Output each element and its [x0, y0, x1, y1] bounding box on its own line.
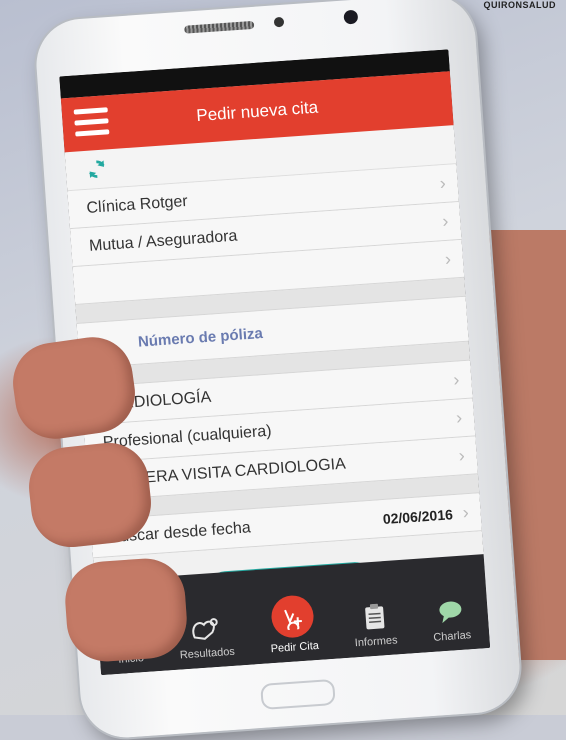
report-icon	[363, 601, 385, 632]
page-title: Pedir nueva cita	[195, 97, 319, 126]
nav-label: Resultados	[179, 645, 236, 662]
results-icon	[190, 613, 222, 645]
chevron-right-icon: ›	[444, 248, 452, 270]
chat-icon	[437, 596, 465, 628]
nav-item-pedir-cita[interactable]: Pedir Cita	[267, 594, 319, 655]
insurer-value: Mutua / Aseguradora	[88, 227, 238, 255]
nav-label: Charlas	[432, 629, 472, 644]
nav-label: Pedir Cita	[270, 639, 320, 656]
nav-label: Informes	[354, 634, 398, 650]
finger	[25, 439, 155, 551]
chevron-right-icon: ›	[461, 502, 470, 523]
phone-home-button[interactable]	[260, 678, 336, 710]
refresh-icon[interactable]	[85, 157, 108, 180]
clinic-value: Clínica Rotger	[85, 192, 189, 217]
chevron-right-icon: ›	[452, 369, 461, 390]
chevron-right-icon: ›	[438, 172, 447, 194]
hamburger-icon[interactable]	[73, 107, 110, 137]
finger	[62, 555, 190, 665]
nav-item-informes[interactable]: Informes	[352, 600, 398, 649]
date-value: 02/06/2016	[382, 505, 454, 527]
nav-item-charlas[interactable]: Charlas	[431, 595, 472, 644]
appointment-icon	[270, 594, 316, 640]
chevron-right-icon: ›	[441, 210, 449, 232]
photo-credit: QUIRONSALUD	[483, 0, 556, 10]
chevron-right-icon: ›	[457, 445, 466, 466]
chevron-right-icon: ›	[455, 407, 463, 428]
